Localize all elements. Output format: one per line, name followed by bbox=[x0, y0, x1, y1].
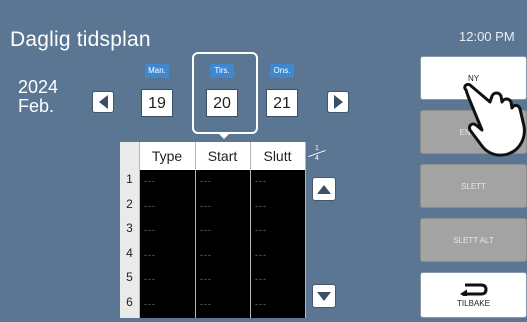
return-arrow-icon bbox=[459, 283, 488, 296]
cell-start: --- bbox=[200, 225, 212, 235]
right-triangle-icon bbox=[333, 95, 343, 109]
table-divider bbox=[250, 142, 251, 318]
table-divider bbox=[195, 142, 196, 318]
cell-type: --- bbox=[144, 274, 156, 284]
back-button-label: TILBAKE bbox=[457, 299, 490, 308]
table-divider bbox=[139, 142, 140, 318]
hand-pointer-icon bbox=[463, 83, 526, 157]
row-number: 2 bbox=[126, 197, 133, 211]
cell-start: --- bbox=[200, 201, 212, 211]
clock: 12:00 PM bbox=[459, 29, 515, 44]
cell-start: --- bbox=[200, 274, 212, 284]
scroll-down-button[interactable] bbox=[312, 284, 336, 308]
cell-type: --- bbox=[144, 299, 156, 309]
table-header: Type Start Slutt bbox=[139, 142, 305, 170]
selected-day-pointer bbox=[217, 132, 231, 139]
cell-end: --- bbox=[255, 299, 267, 309]
day-button-19[interactable]: 19 bbox=[141, 89, 173, 117]
row-number: 6 bbox=[126, 295, 133, 309]
cell-start: --- bbox=[200, 176, 212, 186]
cell-end: --- bbox=[255, 274, 267, 284]
cell-start: --- bbox=[200, 250, 212, 260]
schedule-table-body[interactable] bbox=[139, 170, 305, 318]
down-triangle-icon bbox=[317, 291, 331, 301]
day-button-21[interactable]: 21 bbox=[266, 89, 298, 117]
column-header-type: Type bbox=[151, 148, 183, 164]
cell-end: --- bbox=[255, 176, 267, 186]
cell-end: --- bbox=[255, 225, 267, 235]
day-button-20[interactable]: 20 bbox=[206, 89, 238, 117]
up-triangle-icon bbox=[317, 184, 331, 194]
cell-type: --- bbox=[144, 250, 156, 260]
row-number: 3 bbox=[126, 221, 133, 235]
row-number: 5 bbox=[126, 270, 133, 284]
scroll-up-button[interactable] bbox=[312, 177, 336, 201]
weekday-badge-tue: Tirs. bbox=[210, 64, 234, 78]
weekday-badge-wed: Ons. bbox=[270, 64, 294, 78]
cell-start: --- bbox=[200, 299, 212, 309]
delete-button[interactable]: SLETT bbox=[420, 164, 527, 208]
cell-end: --- bbox=[255, 201, 267, 211]
delete-all-button[interactable]: SLETT ALT bbox=[420, 218, 527, 262]
page-title: Daglig tidsplan bbox=[10, 28, 151, 51]
column-header-start: Start bbox=[207, 148, 238, 164]
delete-button-label: SLETT bbox=[461, 181, 486, 191]
prev-day-button[interactable] bbox=[92, 91, 114, 113]
table-divider bbox=[305, 142, 306, 318]
year-label: 2024 bbox=[18, 77, 59, 97]
cell-type: --- bbox=[144, 201, 156, 211]
delete-all-button-label: SLETT ALT bbox=[453, 235, 494, 245]
page-indicator: 1 4 bbox=[308, 145, 326, 162]
left-triangle-icon bbox=[98, 95, 108, 109]
column-header-end: Slutt bbox=[263, 148, 292, 164]
row-number: 1 bbox=[126, 172, 133, 186]
row-number: 4 bbox=[126, 246, 133, 260]
cell-end: --- bbox=[255, 250, 267, 260]
next-day-button[interactable] bbox=[327, 91, 349, 113]
weekday-badge-mon: Man. bbox=[145, 64, 169, 78]
cell-type: --- bbox=[144, 225, 156, 235]
back-button[interactable]: TILBAKE bbox=[420, 272, 527, 318]
month-label: Feb. bbox=[18, 96, 55, 116]
cell-type: --- bbox=[144, 176, 156, 186]
